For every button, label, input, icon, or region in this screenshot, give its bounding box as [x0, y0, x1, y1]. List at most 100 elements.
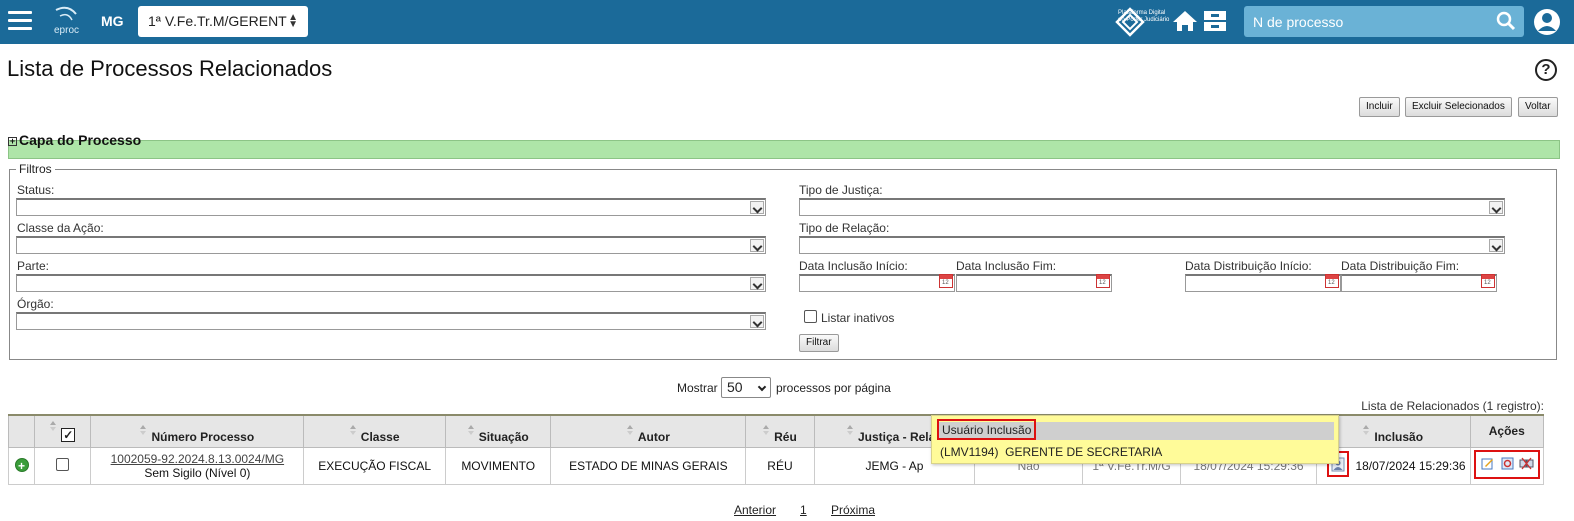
- pager-proxima-link[interactable]: Próxima: [831, 503, 875, 517]
- process-number-link[interactable]: 1002059-92.2024.8.13.0024/MG: [111, 452, 284, 466]
- mostrar-label: Mostrar: [677, 381, 718, 395]
- col-justica-label: Justiça - Relaç: [857, 429, 942, 444]
- status-select[interactable]: [16, 198, 766, 216]
- sort-icon[interactable]: [1363, 424, 1370, 435]
- tooltip-user-row: (LMV1194) GERENTE DE SECRETARIA: [940, 445, 1162, 459]
- row-checkbox[interactable]: [56, 457, 70, 471]
- sort-icon[interactable]: [763, 424, 770, 435]
- col-expand-header: [7, 414, 36, 448]
- parte-select[interactable]: [16, 274, 766, 292]
- tipo-relacao-select[interactable]: [799, 236, 1505, 254]
- row-classe-cell: EXECUÇÃO FISCAL: [303, 446, 446, 485]
- col-reu-label: Réu: [774, 429, 797, 444]
- classe-acao-select[interactable]: [16, 236, 766, 254]
- col-inclusao-header[interactable]: Inclusão: [1315, 414, 1471, 448]
- refresh-document-icon[interactable]: [1501, 457, 1514, 470]
- page-title: Lista de Processos Relacionados: [7, 56, 333, 81]
- menu-icon[interactable]: [8, 11, 32, 31]
- search-icon[interactable]: [1496, 11, 1516, 31]
- help-icon[interactable]: ?: [1535, 59, 1557, 81]
- dropdown-arrow-icon: [750, 201, 764, 214]
- delete-link-icon[interactable]: [1519, 457, 1534, 470]
- data-distribuicao-inicio-label: Data Distribuição Início:: [1185, 259, 1312, 273]
- data-distribuicao-fim-input[interactable]: [1341, 274, 1497, 292]
- per-page-value: 50: [727, 379, 743, 395]
- col-reu-header[interactable]: Réu: [745, 414, 815, 448]
- expand-row-icon[interactable]: +: [14, 458, 29, 473]
- orgao-label: Órgão:: [17, 297, 54, 311]
- col-acoes-header: Ações: [1469, 414, 1545, 448]
- tipo-justica-select[interactable]: [799, 198, 1505, 216]
- data-inclusao-inicio-input[interactable]: [799, 274, 955, 292]
- tooltip-header: Usuário Inclusão: [937, 419, 1037, 440]
- sort-icon[interactable]: [626, 424, 634, 435]
- filters-legend: Filtros: [16, 162, 55, 176]
- tooltip-user-role: GERENTE DE SECRETARIA: [1005, 445, 1163, 459]
- row-autor-cell: ESTADO DE MINAS GERAIS: [550, 446, 747, 485]
- col-inclusao-label: Inclusão: [1374, 429, 1424, 444]
- col-select-header: ✓: [34, 414, 92, 448]
- incluir-button[interactable]: Incluir: [1359, 97, 1400, 117]
- capa-processo-toggle[interactable]: + Capa do Processo: [8, 132, 141, 148]
- edit-icon[interactable]: [1481, 457, 1494, 470]
- parte-label: Parte:: [17, 259, 50, 273]
- home-icon[interactable]: [1172, 9, 1198, 33]
- calendar-icon[interactable]: [1325, 274, 1339, 288]
- dropdown-arrow-icon: [750, 315, 764, 328]
- org-select[interactable]: 1ª V.Fe.Tr.M/GERENT ▲ ▼: [138, 6, 308, 37]
- calendar-icon[interactable]: [1096, 274, 1110, 288]
- pager-page-link[interactable]: 1: [800, 503, 807, 517]
- col-situacao-label: Situação: [478, 429, 529, 444]
- chevron-down-icon: [757, 382, 767, 392]
- top-bar: eproc MG 1ª V.Fe.Tr.M/GERENT ▲ ▼ Platafor…: [0, 0, 1574, 44]
- sigilo-text: Sem Sigilo (Nível 0): [144, 465, 251, 480]
- col-autor-header[interactable]: Autor: [550, 414, 747, 448]
- dropdown-arrow-icon: [1489, 201, 1503, 214]
- capa-processo-bar[interactable]: [8, 140, 1560, 159]
- data-distribuicao-inicio-input[interactable]: [1185, 274, 1341, 292]
- per-page-select[interactable]: 50: [721, 377, 771, 398]
- orgao-select[interactable]: [16, 312, 766, 330]
- search-placeholder: N de processo: [1253, 14, 1344, 30]
- filtrar-button[interactable]: Filtrar: [799, 334, 839, 352]
- voltar-button[interactable]: Voltar: [1518, 97, 1558, 117]
- inclusao-date: 18/07/2024 15:29:36: [1355, 458, 1466, 473]
- data-inclusao-inicio-label: Data Inclusão Início:: [799, 259, 908, 273]
- col-situacao-header[interactable]: Situação: [444, 414, 552, 448]
- listar-inativos-checkbox[interactable]: [804, 310, 817, 323]
- user-avatar-icon[interactable]: [1533, 8, 1561, 36]
- user-inclusion-tooltip: Usuário Inclusão (LMV1194) GERENTE DE SE…: [931, 415, 1339, 464]
- tooltip-user-code: (LMV1194): [940, 445, 999, 459]
- select-all-checkbox[interactable]: ✓: [61, 427, 76, 442]
- expand-plus-icon[interactable]: +: [8, 137, 17, 146]
- per-page-suffix: processos por página: [776, 381, 891, 395]
- inbox-icon[interactable]: [1202, 9, 1228, 33]
- classe-acao-label: Classe da Ação:: [17, 221, 104, 235]
- data-inclusao-fim-input[interactable]: [956, 274, 1112, 292]
- logo-text: eproc: [54, 25, 80, 36]
- col-numero-label: Número Processo: [151, 429, 255, 444]
- row-select-cell: [34, 446, 92, 485]
- row-situacao-cell: MOVIMENTO: [444, 446, 552, 485]
- excluir-selecionados-button[interactable]: Excluir Selecionados: [1405, 97, 1512, 117]
- sort-icon[interactable]: [846, 424, 854, 435]
- pdpj-text: Plataforma Digital do Poder Judiciário: [1118, 10, 1170, 23]
- calendar-icon[interactable]: [939, 274, 953, 288]
- process-search-input[interactable]: N de processo: [1244, 6, 1524, 37]
- capa-processo-title: Capa do Processo: [19, 132, 142, 148]
- dropdown-arrow-icon: [750, 277, 764, 290]
- col-classe-header[interactable]: Classe: [303, 414, 446, 448]
- row-numero-cell: 1002059-92.2024.8.13.0024/MG Sem Sigilo …: [90, 446, 305, 485]
- sort-arrows-icon: ▲ ▼: [288, 12, 298, 30]
- col-numero-header[interactable]: Número Processo: [90, 414, 305, 448]
- sort-icon[interactable]: [140, 424, 147, 435]
- sort-icon[interactable]: [50, 420, 57, 431]
- sort-icon[interactable]: [349, 424, 357, 435]
- row-expand-cell: +: [7, 446, 36, 485]
- listar-inativos-label: Listar inativos: [821, 311, 895, 325]
- calendar-icon[interactable]: [1481, 274, 1495, 288]
- status-label: Status:: [17, 183, 55, 197]
- pager-anterior-link[interactable]: Anterior: [734, 503, 776, 517]
- data-distribuicao-fim-label: Data Distribuição Fim:: [1341, 259, 1460, 273]
- sort-icon[interactable]: [467, 424, 475, 435]
